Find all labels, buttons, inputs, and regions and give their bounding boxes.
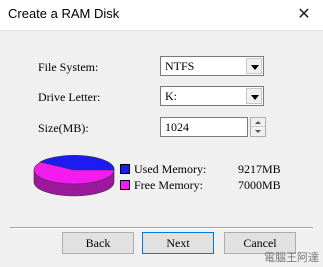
drive-letter-dropdown[interactable]: K: bbox=[160, 86, 264, 106]
file-system-dropdown[interactable]: NTFS bbox=[160, 56, 264, 76]
free-memory-value: 7000MB bbox=[238, 178, 281, 192]
size-input-box[interactable] bbox=[160, 117, 248, 137]
free-memory-swatch bbox=[120, 180, 130, 190]
file-system-value: NTFS bbox=[165, 59, 195, 73]
size-label: Size(MB): bbox=[38, 121, 89, 135]
chevron-down-icon[interactable] bbox=[246, 88, 262, 104]
drive-letter-value: K: bbox=[165, 89, 177, 103]
free-memory-label: Free Memory: bbox=[134, 178, 203, 192]
memory-pie-chart bbox=[33, 155, 115, 197]
chevron-down-icon[interactable] bbox=[246, 58, 262, 74]
drive-letter-label: Drive Letter: bbox=[38, 90, 101, 104]
button-separator bbox=[10, 227, 313, 229]
used-memory-value: 9217MB bbox=[238, 162, 281, 176]
close-icon[interactable]: ✕ bbox=[291, 3, 317, 25]
title-bar: Create a RAM Disk ✕ bbox=[0, 0, 323, 30]
spin-up-icon[interactable] bbox=[251, 118, 265, 127]
file-system-label: File System: bbox=[38, 60, 99, 74]
size-spinner[interactable] bbox=[250, 117, 266, 137]
window-title: Create a RAM Disk bbox=[8, 6, 120, 21]
next-button[interactable]: Next bbox=[142, 232, 214, 254]
back-button[interactable]: Back bbox=[62, 232, 134, 254]
used-memory-label: Used Memory: bbox=[134, 162, 207, 176]
watermark: 電腦王阿達 bbox=[264, 251, 319, 264]
used-memory-swatch bbox=[120, 164, 130, 174]
size-input[interactable] bbox=[161, 118, 247, 136]
spin-down-icon[interactable] bbox=[251, 127, 265, 136]
